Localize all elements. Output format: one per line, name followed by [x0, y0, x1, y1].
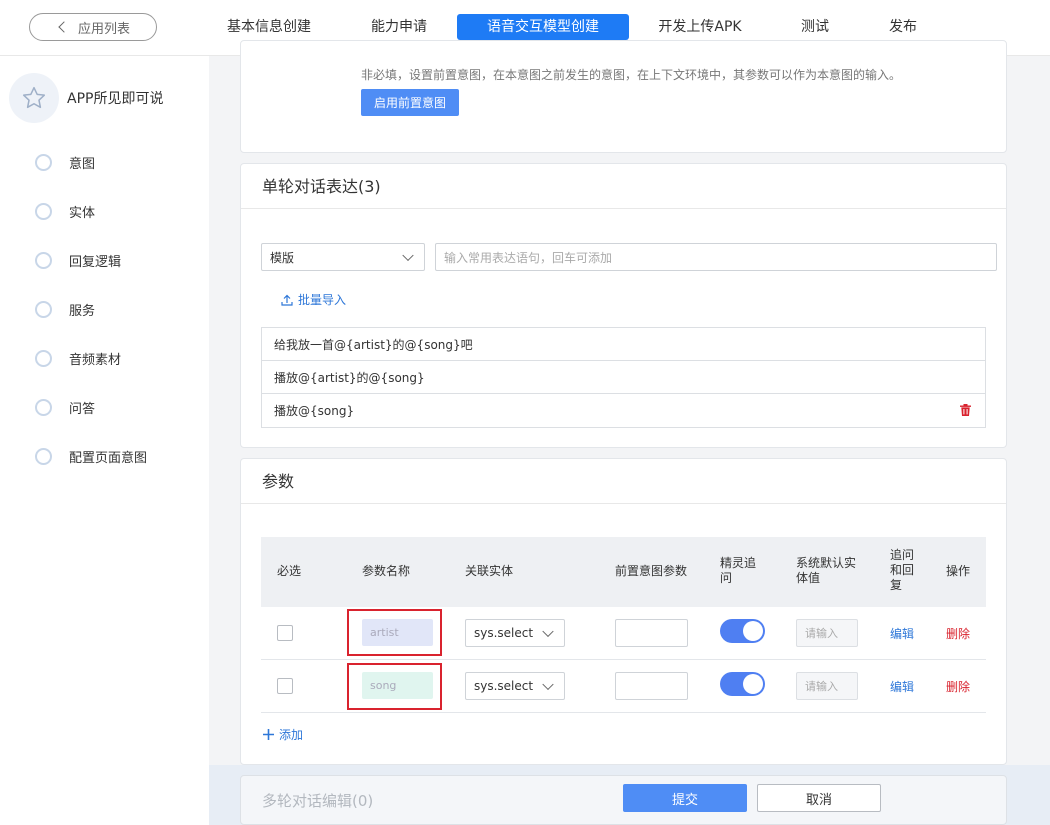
single-turn-card: 单轮对话表达(3) 模版 输入常用表达语句，回车可添加 批量导入 给我放一首@{…: [240, 163, 1007, 448]
back-button-label: 应用列表: [77, 21, 130, 37]
highlight-box: [347, 609, 442, 656]
sidebar-item-audio[interactable]: 音频素材: [35, 348, 121, 368]
sidebar-item-label: 回复逻辑: [69, 254, 122, 270]
tab-publish[interactable]: 发布: [881, 14, 925, 40]
entity-select-value: sys.select: [474, 626, 534, 640]
sidebar-item-intent[interactable]: 意图: [35, 152, 95, 172]
expression-row[interactable]: 给我放一首@{artist}的@{song}吧: [262, 328, 985, 361]
cancel-button[interactable]: 取消: [757, 784, 881, 812]
elf-ask-toggle[interactable]: [720, 672, 765, 696]
header-elf-ask: 精灵追问: [720, 556, 757, 585]
circle-icon: [35, 153, 52, 171]
pre-param-input[interactable]: [615, 619, 688, 647]
header-required: 必选: [277, 564, 302, 578]
sidebar-item-label: 音频素材: [69, 352, 122, 368]
tab-upload-apk[interactable]: 开发上传APK: [650, 14, 750, 40]
table-row: artist sys.select 请输入 编辑 删除: [261, 607, 986, 660]
params-title: 参数: [241, 459, 1006, 504]
circle-icon: [35, 398, 52, 416]
chevron-left-icon: [58, 21, 70, 33]
table-row: song sys.select 请输入 编辑 删除: [261, 660, 986, 713]
entity-select[interactable]: sys.select: [465, 672, 565, 700]
circle-icon: [35, 202, 52, 220]
header-ask-reply: 追问和回复: [890, 548, 915, 592]
circle-icon: [35, 349, 52, 367]
trash-icon[interactable]: [960, 404, 971, 416]
app-logo: [9, 73, 59, 123]
circle-icon: [35, 447, 52, 465]
bulk-import-link[interactable]: 批量导入: [281, 291, 346, 308]
upload-icon: [281, 294, 293, 306]
expression-row[interactable]: 播放@{song}: [262, 394, 985, 427]
add-param-label: 添加: [279, 728, 304, 742]
delete-link[interactable]: 删除: [946, 625, 970, 642]
sys-default-input[interactable]: 请输入: [796, 672, 858, 700]
star-icon: [22, 86, 46, 109]
tab-capability-apply[interactable]: 能力申请: [361, 14, 437, 40]
tab-basic-info[interactable]: 基本信息创建: [219, 14, 319, 40]
submit-button[interactable]: 提交: [623, 784, 747, 812]
params-card: 参数 必选 参数名称 关联实体 前置意图参数 精灵追问 系统默认实体值 追问和回…: [240, 458, 1007, 765]
app-name: APP所见即可说: [67, 91, 164, 107]
sidebar-item-label: 配置页面意图: [69, 450, 148, 466]
tab-voice-model[interactable]: 语音交互模型创建: [457, 14, 629, 40]
header-pre-param: 前置意图参数: [615, 564, 688, 578]
bulk-import-label: 批量导入: [298, 293, 347, 307]
header-sys-default: 系统默认实体值: [796, 556, 857, 585]
header-entity: 关联实体: [465, 564, 514, 578]
plus-icon: [263, 729, 274, 740]
back-to-app-list-button[interactable]: 应用列表: [29, 13, 157, 41]
edit-link[interactable]: 编辑: [890, 678, 914, 695]
footer-bar: 多轮对话编辑(0) 提交 取消: [209, 765, 1050, 825]
expression-input[interactable]: 输入常用表达语句，回车可添加: [435, 243, 997, 271]
entity-select[interactable]: sys.select: [465, 619, 565, 647]
circle-icon: [35, 300, 52, 318]
toggle-knob: [743, 621, 763, 641]
sidebar-item-label: 服务: [69, 303, 96, 319]
toggle-knob: [743, 674, 763, 694]
chevron-down-icon: [542, 678, 554, 691]
pre-param-input[interactable]: [615, 672, 688, 700]
header-param-name: 参数名称: [362, 564, 411, 578]
sidebar-item-qa[interactable]: 问答: [35, 397, 95, 417]
sidebar-item-label: 问答: [69, 401, 96, 417]
tab-test[interactable]: 测试: [793, 14, 837, 40]
single-turn-title: 单轮对话表达(3): [241, 164, 1006, 209]
expression-row[interactable]: 播放@{artist}的@{song}: [262, 361, 985, 394]
pre-intent-card: 非必填，设置前置意图，在本意图之前发生的意图，在上下文环境中，其参数可以作为本意…: [240, 40, 1007, 153]
enable-pre-intent-button[interactable]: 启用前置意图: [361, 89, 459, 116]
highlight-box: [347, 663, 442, 710]
header-action: 操作: [946, 564, 971, 578]
chevron-down-icon: [402, 249, 414, 262]
sidebar-item-entity[interactable]: 实体: [35, 201, 95, 221]
required-checkbox[interactable]: [277, 678, 293, 694]
circle-icon: [35, 251, 52, 269]
template-select-value: 模版: [270, 250, 295, 265]
chevron-down-icon: [542, 625, 554, 638]
sidebar-item-reply-logic[interactable]: 回复逻辑: [35, 250, 121, 270]
pre-intent-hint: 非必填，设置前置意图，在本意图之前发生的意图，在上下文环境中，其参数可以作为本意…: [361, 68, 902, 82]
expression-text: 给我放一首@{artist}的@{song}吧: [274, 337, 473, 352]
multi-turn-title: 多轮对话编辑(0): [262, 792, 374, 810]
sidebar-item-service[interactable]: 服务: [35, 299, 95, 319]
sidebar-item-label: 实体: [69, 205, 96, 221]
params-table-header: 必选 参数名称 关联实体 前置意图参数 精灵追问 系统默认实体值 追问和回复 操…: [261, 537, 986, 607]
required-checkbox[interactable]: [277, 625, 293, 641]
sys-default-input[interactable]: 请输入: [796, 619, 858, 647]
params-table: 必选 参数名称 关联实体 前置意图参数 精灵追问 系统默认实体值 追问和回复 操…: [261, 537, 986, 713]
sidebar: APP所见即可说 意图 实体 回复逻辑 服务 音频素材 问答 配置页面意图: [0, 56, 209, 825]
expression-text: 播放@{song}: [274, 404, 355, 418]
expression-list: 给我放一首@{artist}的@{song}吧 播放@{artist}的@{so…: [261, 327, 986, 428]
template-select[interactable]: 模版: [261, 243, 425, 271]
sidebar-item-label: 意图: [69, 156, 96, 172]
sidebar-item-page-intent[interactable]: 配置页面意图: [35, 446, 147, 466]
expression-text: 播放@{artist}的@{song}: [274, 370, 425, 385]
edit-link[interactable]: 编辑: [890, 625, 914, 642]
entity-select-value: sys.select: [474, 679, 534, 693]
delete-link[interactable]: 删除: [946, 678, 970, 695]
add-param-link[interactable]: 添加: [263, 726, 303, 743]
elf-ask-toggle[interactable]: [720, 619, 765, 643]
